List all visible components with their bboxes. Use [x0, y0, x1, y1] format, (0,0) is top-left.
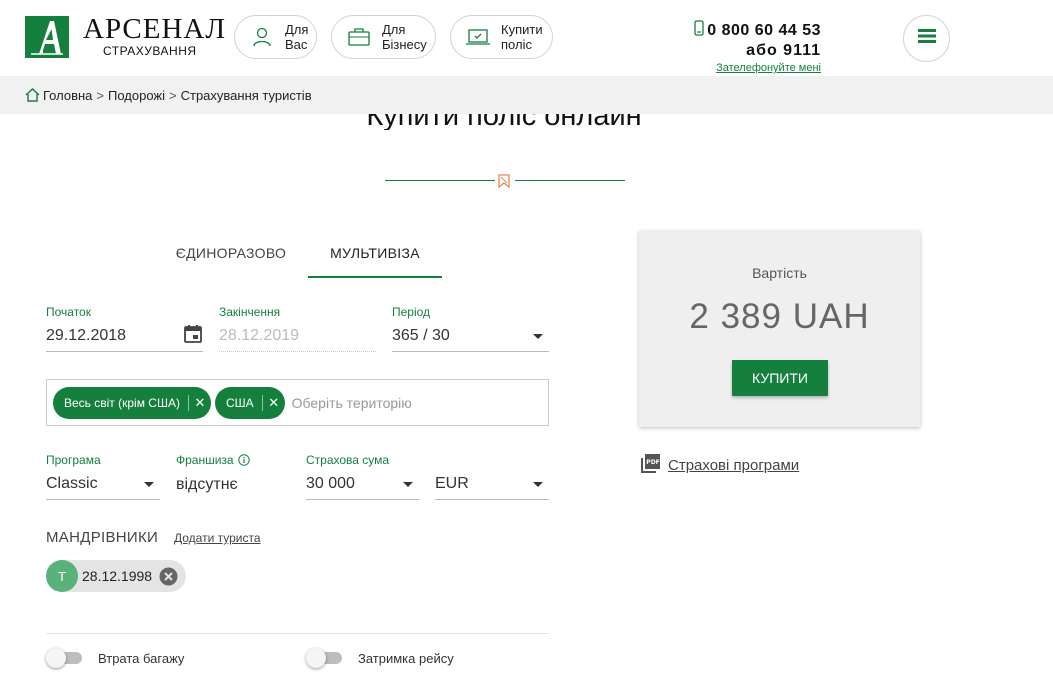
person-icon [249, 24, 275, 50]
baggage-loss-label: Втрата багажу [98, 650, 185, 666]
insured-sum-select[interactable]: Страхова сума 30 000 [306, 453, 419, 500]
phone-main-number[interactable]: 0 800 60 44 53 [707, 22, 821, 40]
nav-business-line1: Для [382, 22, 406, 37]
home-icon[interactable] [25, 88, 40, 102]
franchise-field: Франшиза відсутнє [176, 453, 290, 500]
franchise-label: Франшиза [176, 453, 234, 467]
insurance-programs-link[interactable]: PDF Страхові програми [640, 453, 799, 478]
end-date-label: Закінчення [219, 305, 281, 319]
nav-for-you-line1: Для [285, 22, 309, 37]
insured-sum-label: Страхова сума [306, 453, 390, 467]
period-value: 365 / 30 [392, 327, 450, 344]
territory-input[interactable]: Оберіть територію [292, 395, 412, 411]
chevron-down-icon [533, 481, 543, 487]
remove-traveler-icon[interactable] [159, 567, 178, 586]
tab-multivisa[interactable]: МУЛЬТИВІЗА [308, 238, 442, 278]
section-divider [46, 633, 549, 634]
currency-value: EUR [435, 475, 469, 492]
traveler-birthdate: 28.12.1998 [82, 568, 153, 584]
nav-buy-policy-button[interactable]: Купити поліс [450, 15, 553, 59]
chevron-down-icon [533, 333, 543, 339]
breadcrumb-travel[interactable]: Подорожі [108, 88, 165, 103]
breadcrumb-home[interactable]: Головна [43, 88, 92, 103]
avatar: Т [46, 560, 78, 592]
insured-sum-value: 30 000 [306, 475, 355, 492]
price-card: Вартість 2 389 UAH КУПИТИ [639, 231, 920, 427]
policy-type-tabs: ЄДИНОРАЗОВО МУЛЬТИВІЗА [160, 238, 450, 278]
travelers-title: МАНДРІВНИКИ [46, 529, 159, 546]
phone-block: 0 800 60 44 53 або 9111 Зателефонуйте ме… [686, 20, 821, 74]
flight-delay-option: Затримка рейсу [306, 648, 454, 668]
end-date-value: 28.12.2019 [219, 325, 376, 352]
breadcrumb-current: Страхування туристів [180, 87, 312, 103]
buy-button[interactable]: КУПИТИ [732, 360, 828, 396]
logo-subtitle: СТРАХУВАННЯ [103, 44, 197, 58]
laptop-icon [465, 24, 491, 50]
logo[interactable]: АРСЕНАЛ СТРАХУВАННЯ [25, 15, 226, 58]
nav-buy-line1: Купити [501, 22, 543, 37]
nav-for-you-line2: Вас [285, 37, 308, 52]
program-label: Програма [46, 453, 101, 467]
nav-for-you-button[interactable]: Для Вас [234, 15, 317, 59]
breadcrumb-separator: > [169, 87, 177, 103]
logo-mark [25, 15, 69, 58]
territory-select[interactable]: Весь світ (крім США) ✕ США ✕ Оберіть тер… [46, 379, 549, 426]
territory-chip-label: США [225, 395, 254, 410]
tab-single-trip[interactable]: ЄДИНОРАЗОВО [160, 238, 302, 278]
currency-select[interactable]: EUR [435, 453, 549, 500]
territory-chip: Весь світ (крім США) ✕ [53, 386, 211, 419]
start-date-field[interactable]: Початок 29.12.2018 [46, 305, 203, 352]
program-value: Classic [46, 475, 98, 492]
nav-business-button[interactable]: Для Бізнесу [331, 15, 436, 59]
add-tourist-link[interactable]: Додати туриста [174, 531, 261, 545]
baggage-loss-toggle[interactable] [46, 648, 82, 668]
traveler-chip[interactable]: Т 28.12.1998 [46, 560, 186, 592]
menu-button[interactable] [903, 15, 950, 62]
breadcrumb-separator: > [96, 87, 104, 103]
program-select[interactable]: Програма Classic [46, 453, 160, 500]
phone-short-number[interactable]: або 9111 [686, 42, 821, 60]
franchise-value: відсутнє [176, 475, 238, 493]
price-value: 2 389 UAH [689, 297, 870, 336]
start-date-value[interactable]: 29.12.2018 [46, 327, 126, 345]
territory-chip-label: Весь світ (крім США) [64, 395, 180, 410]
info-icon[interactable] [237, 454, 250, 466]
end-date-field: Закінчення 28.12.2019 [219, 305, 376, 352]
briefcase-icon [346, 24, 372, 50]
close-icon[interactable]: ✕ [263, 395, 285, 411]
mobile-phone-icon [694, 20, 704, 41]
insurance-programs-label[interactable]: Страхові програми [668, 457, 799, 474]
site-header: АРСЕНАЛ СТРАХУВАННЯ Для Вас Для Бізнесу Ку… [0, 0, 1053, 76]
flight-delay-label: Затримка рейсу [358, 650, 454, 666]
price-label: Вартість [752, 265, 807, 281]
callback-link[interactable]: Зателефонуйте мені [686, 62, 821, 74]
title-divider [385, 173, 625, 189]
period-label: Період [392, 305, 431, 319]
start-date-label: Початок [46, 305, 91, 319]
nav-business-line2: Бізнесу [382, 37, 427, 52]
chevron-down-icon [403, 481, 413, 487]
period-select[interactable]: Період 365 / 30 [392, 305, 549, 352]
close-icon[interactable]: ✕ [189, 395, 211, 411]
hamburger-icon [917, 28, 936, 49]
chevron-down-icon [144, 481, 154, 487]
territory-chip: США ✕ [214, 386, 285, 419]
logo-title: АРСЕНАЛ [83, 13, 227, 45]
pdf-icon: PDF [640, 453, 661, 478]
flight-delay-toggle[interactable] [306, 648, 342, 668]
bookmark-icon [498, 174, 510, 193]
calendar-icon[interactable] [183, 324, 203, 349]
breadcrumb: Головна > Подорожі > Страхування туристі… [0, 76, 1053, 114]
svg-text:PDF: PDF [646, 459, 659, 466]
nav-buy-line2: поліс [501, 37, 532, 52]
baggage-loss-option: Втрата багажу [46, 648, 184, 668]
